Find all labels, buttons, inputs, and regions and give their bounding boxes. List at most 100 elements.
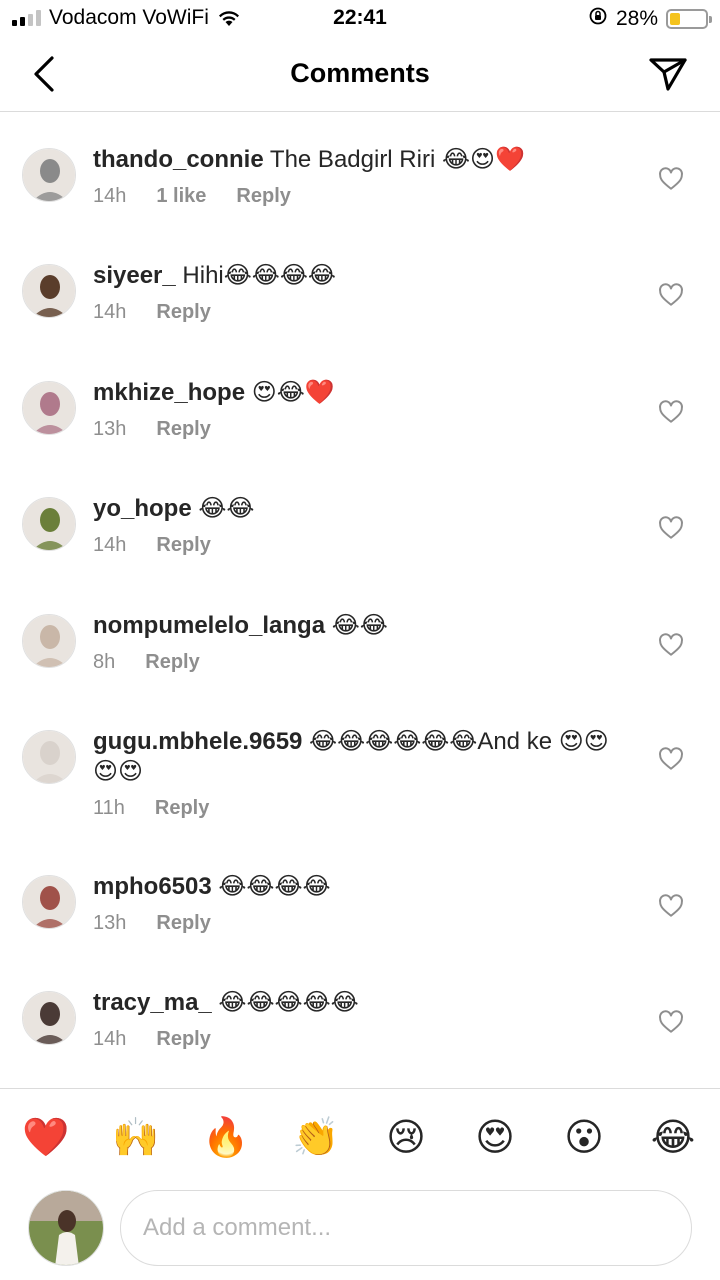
surprised-emoji-button[interactable]: 😮 — [560, 1113, 608, 1161]
like-button[interactable] — [658, 282, 684, 308]
comment-meta: 11h Reply — [93, 797, 624, 820]
raised-hands-emoji-button[interactable]: 🙌 — [112, 1113, 160, 1161]
comment-message: 😂😂 — [325, 612, 388, 639]
comment-text: nompumelelo_langa 😂😂 — [93, 611, 624, 641]
avatar[interactable] — [22, 148, 76, 202]
comment-timestamp: 14h — [93, 185, 127, 207]
comment-username[interactable]: siyeer_ — [93, 262, 176, 289]
comment-row: tracy_ma_ 😂😂😂😂😂 14h Reply — [0, 955, 720, 1065]
heart-emoji-button[interactable]: ❤️ — [22, 1113, 70, 1161]
comment-text: mkhize_hope 😍😂❤️ — [93, 378, 624, 408]
reply-button[interactable]: Reply — [155, 797, 209, 820]
comment-body: mkhize_hope 😍😂❤️ 13h Reply — [93, 378, 624, 441]
heart-icon — [659, 167, 683, 190]
comment-timestamp: 14h — [93, 534, 127, 556]
comment-text: thando_connie The Badgirl Riri 😂😍❤️ — [93, 145, 624, 175]
comment-username[interactable]: thando_connie — [93, 146, 264, 173]
comment-timestamp: 14h — [93, 301, 127, 323]
heart-icon — [659, 1010, 683, 1033]
comment-likes[interactable]: 1 like — [156, 185, 206, 208]
comment-meta: 13h Reply — [93, 912, 624, 935]
crying-emoji-button[interactable]: 😢 — [382, 1113, 430, 1161]
like-button[interactable] — [658, 1009, 684, 1035]
like-button[interactable] — [658, 399, 684, 425]
status-bar: Vodacom VoWiFi 22:41 28% — [0, 0, 720, 38]
comment-timestamp: 14h — [93, 1028, 127, 1050]
like-button[interactable] — [658, 746, 684, 772]
avatar — [28, 1190, 104, 1266]
comment-text: gugu.mbhele.9659 😂😂😂😂😂😂And ke 😍😍😍😍 — [93, 727, 624, 787]
like-button[interactable] — [658, 515, 684, 541]
fire-emoji-button[interactable]: 🔥 — [202, 1113, 250, 1161]
comment-text: siyeer_ Hihi😂😂😂😂 — [93, 261, 624, 291]
comment-body: nompumelelo_langa 😂😂 8h Reply — [93, 611, 624, 674]
comment-row: gugu.mbhele.9659 😂😂😂😂😂😂And ke 😍😍😍😍 11h Rep… — [0, 694, 720, 819]
comment-body: tracy_ma_ 😂😂😂😂😂 14h Reply — [93, 988, 624, 1051]
comment-row: siyeer_ Hihi😂😂😂😂 14h Reply — [0, 228, 720, 338]
comment-row: mkhize_hope 😍😂❤️ 13h Reply — [0, 345, 720, 455]
heart-icon — [659, 894, 683, 917]
avatar[interactable] — [22, 991, 76, 1045]
comment-timestamp: 8h — [93, 651, 116, 673]
comment-username[interactable]: yo_hope — [93, 495, 192, 522]
comment-body: thando_connie The Badgirl Riri 😂😍❤️ 14h 1 … — [93, 145, 624, 208]
comment-username[interactable]: mkhize_hope — [93, 379, 245, 406]
comment-message: 😂😂😂😂😂 — [211, 989, 359, 1016]
comment-row: mpho6503 😂😂😂😂 13h Reply — [0, 839, 720, 949]
comment-row: thando_connie The Badgirl Riri 😂😍❤️ 14h 1 … — [0, 112, 720, 222]
reply-button[interactable]: Reply — [156, 534, 210, 557]
comment-meta: 14h Reply — [93, 301, 624, 324]
comment-timestamp: 13h — [93, 418, 127, 440]
avatar[interactable] — [22, 497, 76, 551]
heart-icon — [659, 283, 683, 306]
comment-composer — [0, 1180, 720, 1280]
reply-button[interactable]: Reply — [156, 1028, 210, 1051]
comment-meta: 13h Reply — [93, 418, 624, 441]
heart-icon — [659, 747, 683, 770]
reply-button[interactable]: Reply — [145, 651, 199, 674]
comment-username[interactable]: nompumelelo_langa — [93, 612, 325, 639]
reply-button[interactable]: Reply — [156, 301, 210, 324]
comment-message: 😍😂❤️ — [245, 379, 335, 406]
comment-message: Hihi😂😂😂😂 — [175, 262, 336, 289]
reply-button[interactable]: Reply — [156, 912, 210, 935]
reply-button[interactable]: Reply — [236, 185, 290, 208]
share-button[interactable] — [644, 52, 692, 96]
comment-row: yo_hope 😂😂 14h Reply — [0, 461, 720, 571]
heart-icon — [659, 400, 683, 423]
comment-username[interactable]: gugu.mbhele.9659 — [93, 728, 302, 755]
avatar[interactable] — [22, 381, 76, 435]
comment-username[interactable]: mpho6503 — [93, 873, 212, 900]
comment-body: mpho6503 😂😂😂😂 13h Reply — [93, 872, 624, 935]
comment-timestamp: 13h — [93, 912, 127, 934]
emoji-quick-bar: ❤️ 🙌 🔥 👏 😢 😍 😮 😂 — [0, 1088, 720, 1180]
comment-text: yo_hope 😂😂 — [93, 494, 624, 524]
comment-message: 😂😂😂😂 — [211, 873, 331, 900]
comment-meta: 14h Reply — [93, 534, 624, 557]
comment-body: siyeer_ Hihi😂😂😂😂 14h Reply — [93, 261, 624, 324]
comment-timestamp: 11h — [93, 797, 125, 819]
like-button[interactable] — [658, 893, 684, 919]
comment-input[interactable] — [120, 1190, 692, 1266]
comment-username[interactable]: tracy_ma_ — [93, 989, 212, 1016]
paper-plane-icon — [649, 58, 687, 91]
comment-text: mpho6503 😂😂😂😂 — [93, 872, 624, 902]
battery-percent: 28% — [615, 7, 658, 30]
like-button[interactable] — [658, 166, 684, 192]
avatar[interactable] — [22, 875, 76, 929]
comment-message: The Badgirl Riri 😂😍❤️ — [263, 146, 525, 173]
avatar[interactable] — [22, 264, 76, 318]
reply-button[interactable]: Reply — [156, 418, 210, 441]
like-button[interactable] — [658, 632, 684, 658]
clapping-emoji-button[interactable]: 👏 — [292, 1113, 340, 1161]
comment-text: tracy_ma_ 😂😂😂😂😂 — [93, 988, 624, 1018]
avatar[interactable] — [22, 614, 76, 668]
status-right: 28% — [588, 6, 712, 32]
orientation-lock-icon — [588, 6, 608, 32]
comment-meta: 14h 1 like Reply — [93, 185, 624, 208]
heart-eyes-emoji-button[interactable]: 😍 — [471, 1113, 519, 1161]
laughing-emoji-button[interactable]: 😂 — [649, 1113, 697, 1161]
avatar[interactable] — [22, 730, 76, 784]
comment-body: gugu.mbhele.9659 😂😂😂😂😂😂And ke 😍😍😍😍 11h Rep… — [93, 727, 624, 820]
battery-level — [670, 13, 680, 25]
